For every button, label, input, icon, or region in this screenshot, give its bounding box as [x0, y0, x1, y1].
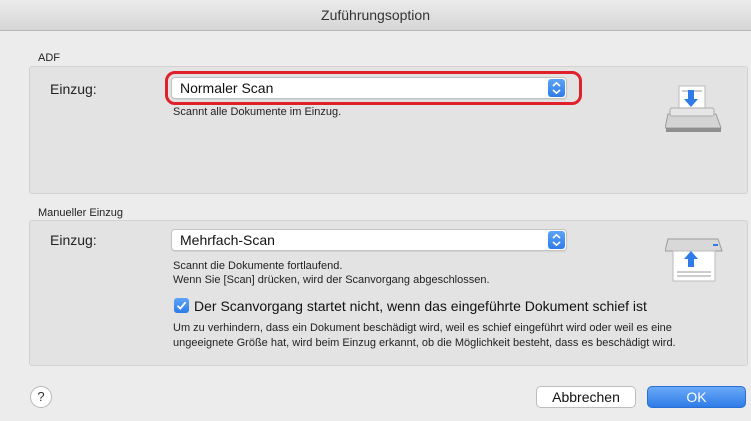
- skew-note-line2: ungeeignete Größe hat, wird beim Einzug …: [173, 337, 676, 349]
- adf-description: Scannt alle Dokumente im Einzug.: [173, 106, 342, 118]
- skew-note-line1: Um zu verhindern, dass ein Dokument besc…: [173, 322, 672, 334]
- scanner-adf-icon: [664, 84, 725, 139]
- manual-section-label: Manueller Einzug: [38, 207, 123, 219]
- skew-detection-label[interactable]: Der Scanvorgang startet nicht, wenn das …: [194, 298, 647, 314]
- adf-feed-value: Normaler Scan: [180, 80, 274, 96]
- adf-feed-label: Einzug:: [50, 81, 97, 97]
- scanner-manual-icon: [664, 237, 725, 290]
- adf-section-label: ADF: [38, 52, 60, 64]
- chevron-updown-icon: [548, 79, 565, 97]
- skew-detection-checkbox[interactable]: [174, 298, 189, 313]
- cancel-button[interactable]: Abbrechen: [536, 386, 636, 408]
- checkmark-icon: [176, 301, 187, 310]
- manual-description-line2: Wenn Sie [Scan] drücken, wird der Scanvo…: [173, 274, 490, 286]
- ok-button[interactable]: OK: [647, 386, 746, 408]
- chevron-updown-icon: [548, 231, 565, 249]
- manual-description-line1: Scannt die Dokumente fortlaufend.: [173, 260, 343, 272]
- manual-feed-label: Einzug:: [50, 232, 97, 248]
- manual-feed-value: Mehrfach-Scan: [180, 232, 275, 248]
- help-button[interactable]: ?: [30, 386, 52, 408]
- window-title: Zuführungsoption: [0, 0, 751, 31]
- adf-feed-popup[interactable]: Normaler Scan: [171, 77, 567, 99]
- manual-feed-popup[interactable]: Mehrfach-Scan: [171, 229, 567, 251]
